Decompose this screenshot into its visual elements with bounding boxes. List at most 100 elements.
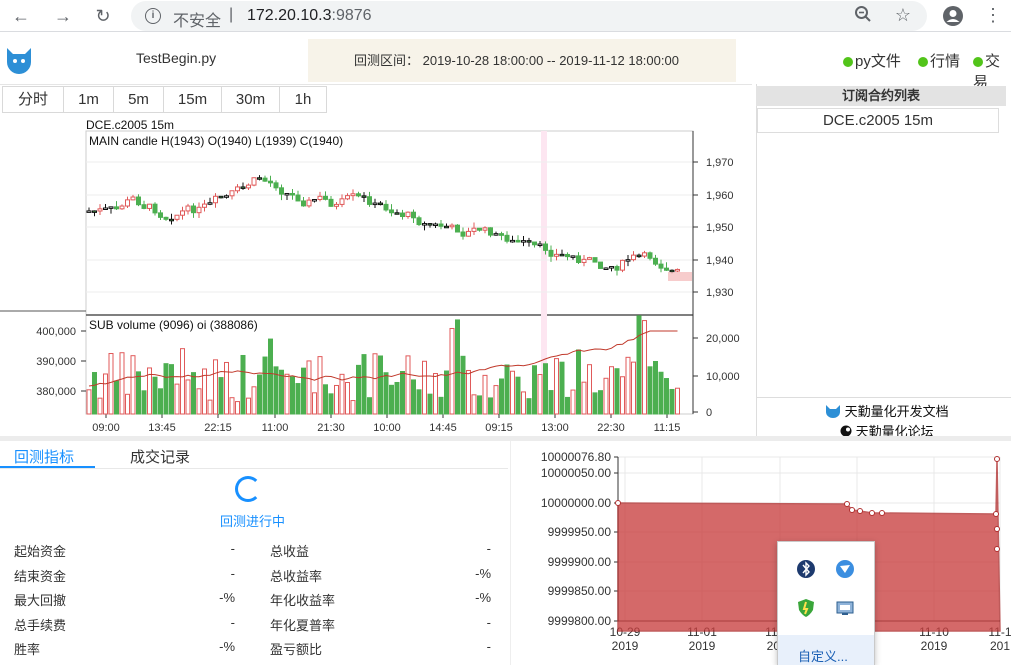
candle-body [213, 195, 218, 204]
tq-icon [826, 405, 840, 418]
py-file-link[interactable]: py文件 [843, 50, 901, 71]
back-icon[interactable]: ← [10, 6, 32, 26]
candle-body [339, 198, 345, 205]
subscription-item[interactable]: DCE.c2005 15m [757, 108, 999, 133]
equity-tick-label: 10000000.00 [541, 496, 611, 510]
candle-body [559, 253, 565, 257]
period-5m[interactable]: 5m [113, 86, 164, 113]
volume-bar [207, 399, 213, 415]
status-dot-icon [973, 57, 983, 67]
volume-bar [229, 397, 235, 415]
metric-value: - [230, 541, 235, 556]
candle-body [576, 255, 581, 263]
security-shield-icon[interactable] [796, 598, 816, 618]
metric-value: - [486, 541, 491, 556]
candle-body [92, 210, 97, 213]
network-monitor-icon[interactable] [835, 598, 855, 618]
subscription-panel [756, 84, 1011, 436]
candle-body [191, 205, 196, 214]
period-30m[interactable]: 30m [221, 86, 280, 113]
loading-spinner-icon [235, 476, 261, 502]
volume-bar [125, 393, 130, 415]
equity-year-label: 2019 [689, 639, 716, 653]
volume-bar [620, 376, 625, 415]
quotes-link[interactable]: 行情 [918, 50, 960, 71]
volume-bar [603, 377, 609, 415]
candle-body [108, 206, 114, 209]
candle-body [207, 202, 213, 205]
volume-bar [669, 388, 675, 415]
equity-year-label: 2019 [612, 639, 639, 653]
volume-bar [460, 355, 466, 415]
candle-body [229, 190, 235, 197]
candle-body [449, 224, 455, 228]
volume-bar [664, 378, 669, 415]
candle-body [642, 252, 647, 257]
volume-bar [185, 379, 191, 415]
zoom-icon[interactable] [852, 5, 874, 28]
time-tick-label: 09:00 [92, 422, 120, 434]
docs-link[interactable]: 天勤量化开发文档 [825, 401, 949, 420]
candle-body [334, 203, 339, 207]
volume-bar [559, 361, 565, 415]
period-tick[interactable]: 分时 [2, 86, 64, 113]
bluetooth-icon[interactable] [796, 559, 816, 579]
feishu-icon[interactable] [835, 559, 855, 579]
candle-body [174, 214, 180, 220]
volume-bar [515, 376, 521, 415]
reload-icon[interactable]: ↻ [92, 6, 114, 26]
bookmark-star-icon[interactable]: ☆ [892, 5, 914, 26]
volume-bar [328, 393, 334, 415]
price-tick-label: 1,950 [706, 222, 734, 234]
candle-body [411, 211, 416, 219]
tray-customize-button[interactable]: 自定义... [778, 635, 874, 665]
candle-body [279, 187, 284, 195]
kline-chart[interactable]: 1,970 1,960 1,950 1,940 1,930 400,000 390,000 3… [0, 116, 752, 436]
forward-icon[interactable]: → [52, 6, 74, 26]
volume-bar [290, 376, 295, 415]
candle-body [444, 225, 449, 229]
candle-body [405, 211, 411, 218]
volume-bar [136, 371, 141, 415]
candle-body [493, 233, 499, 236]
equity-point [994, 456, 1000, 462]
candle-body [537, 243, 543, 246]
candle-body [284, 192, 290, 196]
candle-body [218, 195, 224, 199]
metric-value: -% [219, 590, 235, 605]
metric-label: 胜率 [14, 642, 41, 657]
candle-body [400, 212, 405, 218]
candle-body [301, 200, 306, 207]
candle-body [147, 203, 152, 209]
candle-body [422, 223, 427, 226]
volume-bar [466, 369, 471, 415]
equity-chart[interactable]: 10000076.80 10000050.00 10000000.00 9999950… [510, 441, 1011, 665]
volume-bar [279, 369, 284, 415]
main-indicator-label: MAIN candle H(1943) O(1940) L(1939) C(19… [89, 134, 344, 148]
candle-body [262, 177, 268, 182]
period-1m[interactable]: 1m [63, 86, 114, 113]
equity-year-label: 201 [990, 639, 1010, 653]
volume-bar [537, 374, 543, 415]
oi-tick-label: 390,000 [36, 356, 76, 368]
volume-bar [97, 397, 103, 415]
period-1h[interactable]: 1h [279, 86, 327, 113]
tab-backtest-metrics[interactable]: 回测指标 [14, 446, 74, 467]
volume-bar [438, 396, 444, 415]
info-icon[interactable]: i [145, 8, 161, 24]
candle-body [389, 209, 394, 214]
metric-value: - [486, 615, 491, 630]
candle-body [295, 194, 301, 202]
volume-bar [636, 315, 642, 415]
volume-bar [246, 397, 251, 415]
account-icon[interactable] [942, 5, 964, 32]
volume-bar [295, 383, 301, 415]
tab-trade-records[interactable]: 成交记录 [130, 446, 190, 467]
volume-bar [218, 377, 224, 415]
url-text[interactable]: 172.20.10.3:9876 [247, 7, 372, 25]
menu-dots-icon[interactable]: ⋮ [982, 5, 1004, 26]
metric-label: 年化收益率 [270, 593, 336, 608]
address-bar[interactable]: i 不安全 | 172.20.10.3:9876 [131, 1, 927, 31]
candle-body [625, 259, 631, 262]
period-15m[interactable]: 15m [163, 86, 222, 113]
